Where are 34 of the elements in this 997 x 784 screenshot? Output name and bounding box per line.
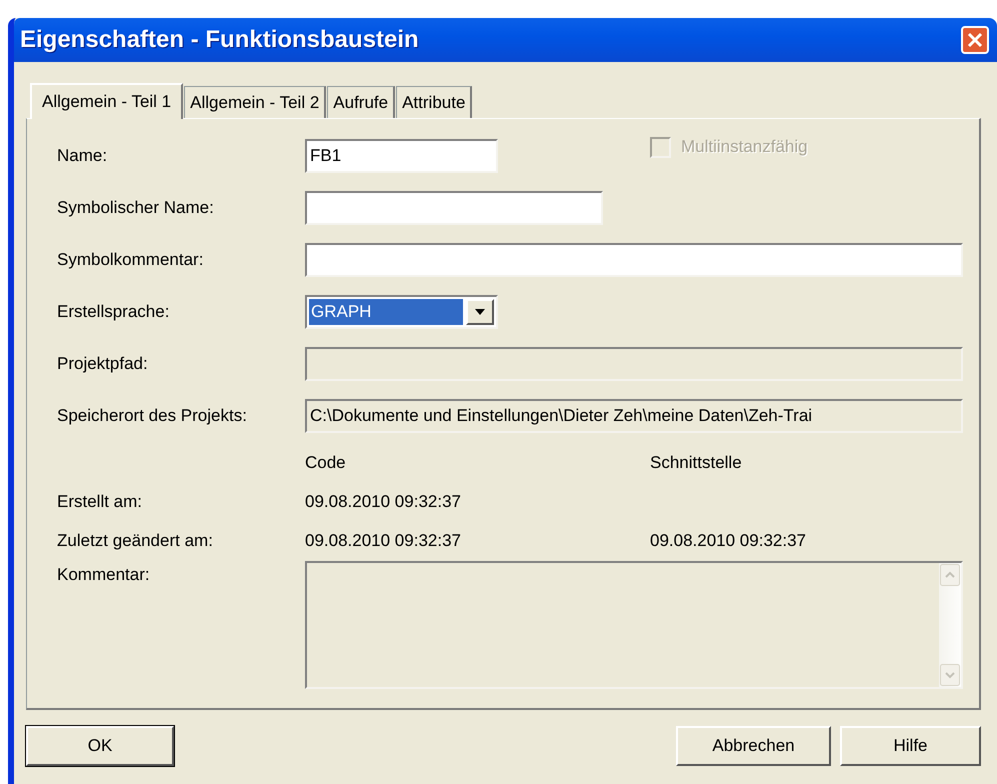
timestamp: 09.08.2010 09:32:37 xyxy=(305,492,462,513)
input-field: C:\Dokumente und Einstellungen\Dieter Zeh\meine Daten\Zeh-Trai xyxy=(305,399,963,433)
field-label: Speicherort des Projekts: xyxy=(57,406,248,426)
row-label: Zuletzt geändert am: xyxy=(57,531,214,552)
field-label: Kommentar: xyxy=(57,565,151,585)
dialog-button[interactable]: Hilfe xyxy=(840,726,981,766)
tab[interactable]: Allgemein - Teil 1 xyxy=(30,83,184,119)
dropdown[interactable]: GRAPH xyxy=(305,295,498,329)
field-label: Name: xyxy=(57,146,108,166)
timestamp: 09.08.2010 09:32:37 xyxy=(305,531,462,552)
window-title: Eigenschaften - Funktionsbaustein xyxy=(20,26,420,54)
dialog-button[interactable]: OK xyxy=(26,726,174,766)
field-label: Erstellsprache: xyxy=(57,302,170,322)
checkbox-label: Multiinstanzfähig xyxy=(681,137,808,157)
dialog-button[interactable]: Abbrechen xyxy=(676,726,831,766)
input-field[interactable]: FB1 xyxy=(305,139,498,173)
input-field[interactable] xyxy=(305,191,603,225)
row-label: Erstellt am: xyxy=(57,492,144,513)
close-button[interactable] xyxy=(961,26,989,54)
tab[interactable]: Attribute xyxy=(396,86,472,118)
text-area[interactable] xyxy=(305,561,963,689)
field-label: Symbolkommentar: xyxy=(57,250,204,270)
column-header: Schnittstelle xyxy=(650,453,743,474)
tab[interactable]: Aufrufe xyxy=(327,86,396,118)
close-icon xyxy=(967,32,983,48)
scroll-up-icon[interactable] xyxy=(940,564,960,586)
input-field[interactable] xyxy=(305,243,963,277)
scroll-down-icon[interactable] xyxy=(940,664,960,686)
caret-icon xyxy=(475,309,485,315)
column-header: Code xyxy=(305,453,347,474)
tab[interactable]: Allgemein - Teil 2 xyxy=(184,86,326,118)
timestamp: 09.08.2010 09:32:37 xyxy=(650,531,807,552)
field-label: Projektpfad: xyxy=(57,354,149,374)
field-label: Symbolischer Name: xyxy=(57,198,215,218)
